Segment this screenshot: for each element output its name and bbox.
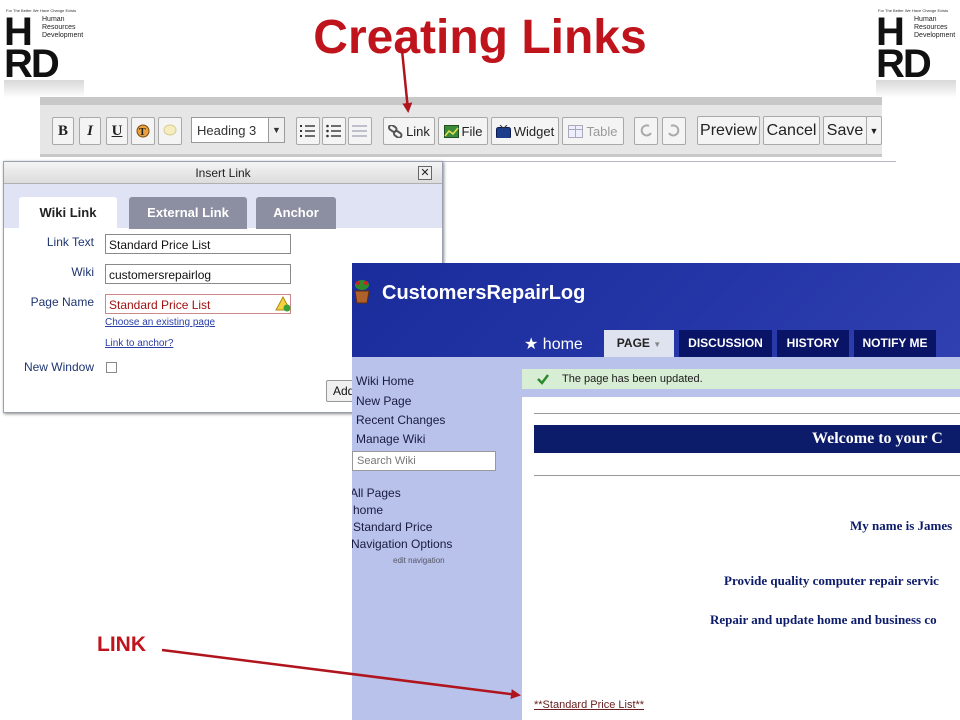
annotation-arrows — [161, 49, 521, 700]
arrow-to-link-button — [400, 49, 413, 113]
arrow-to-price-link — [161, 648, 521, 700]
